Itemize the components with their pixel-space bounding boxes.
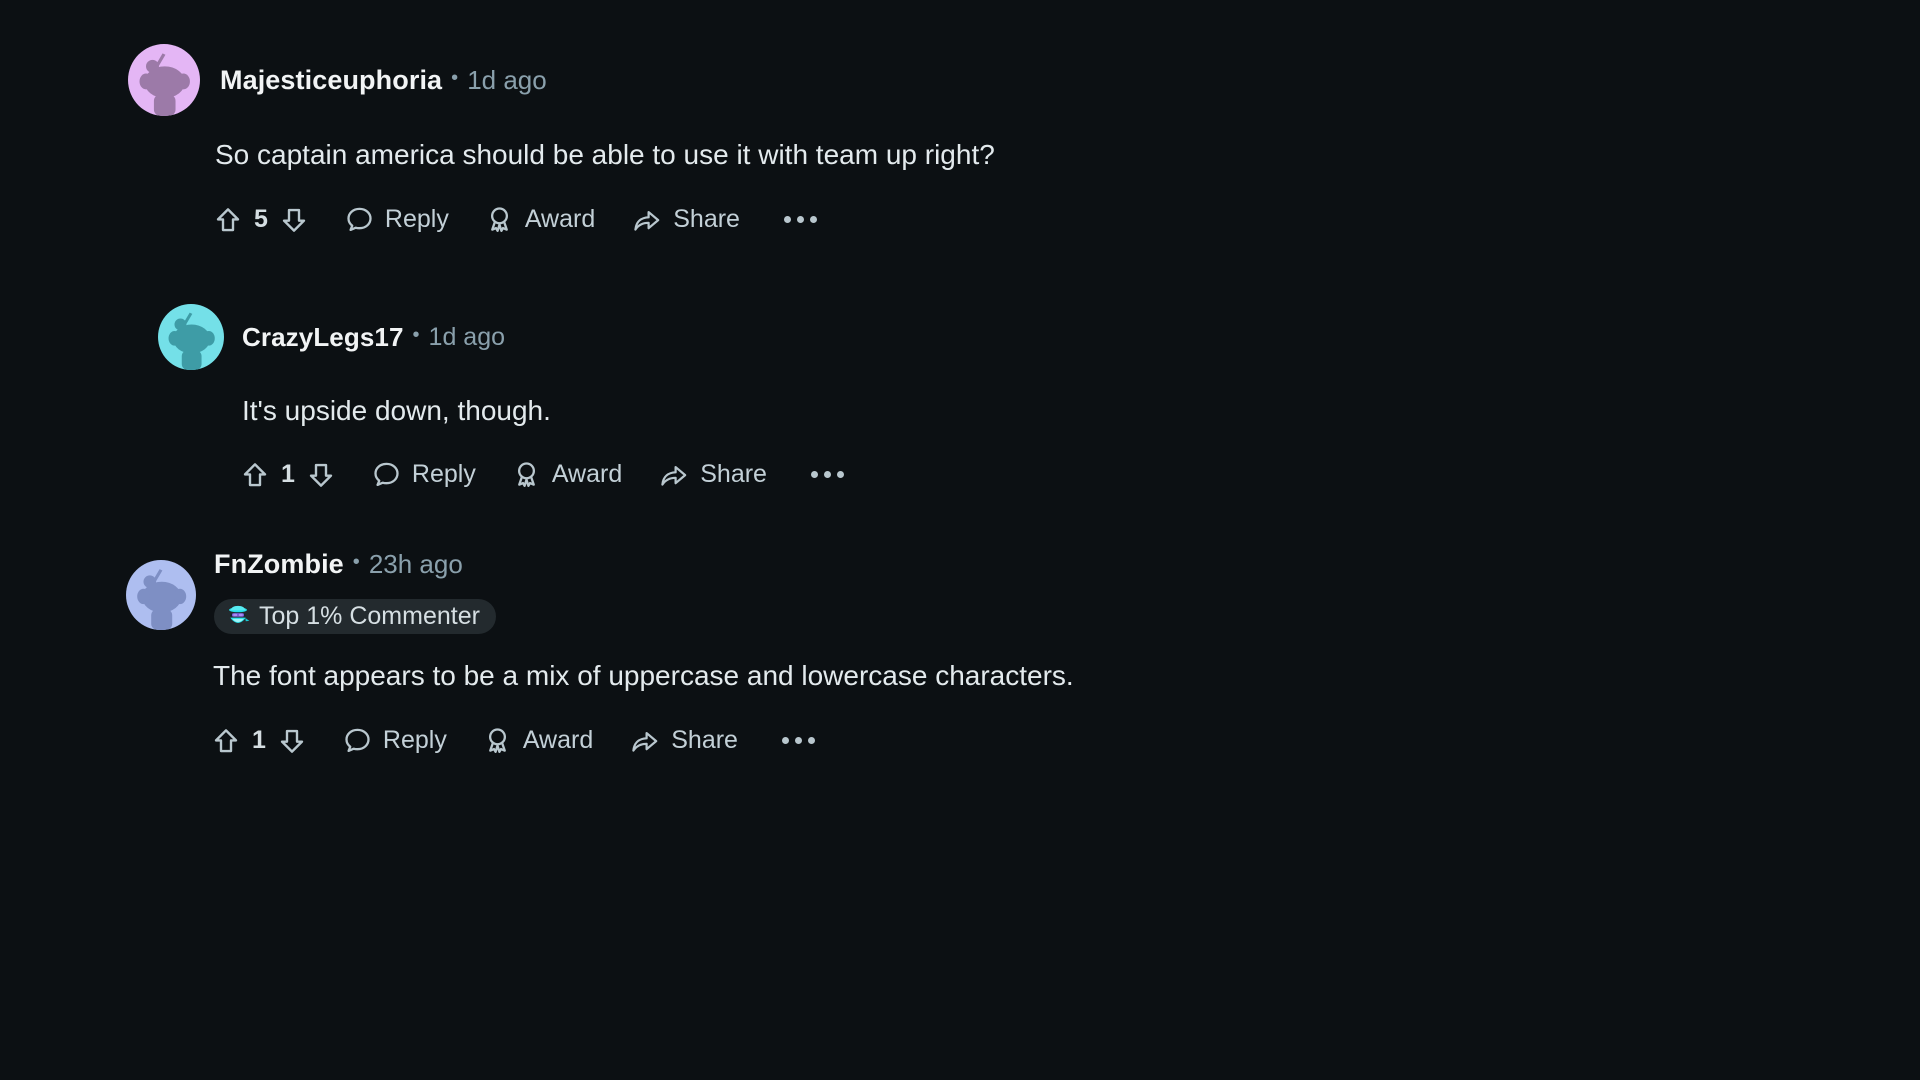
dot-3	[809, 216, 817, 224]
downvote-button[interactable]	[306, 453, 336, 497]
downvote-icon	[309, 463, 333, 487]
comment-author[interactable]: CrazyLegs17	[242, 322, 404, 353]
share-label: Share	[673, 205, 740, 234]
comment-author[interactable]: FnZombie	[214, 549, 344, 580]
award-button[interactable]: Award	[485, 198, 595, 242]
share-label: Share	[700, 460, 767, 489]
award-button[interactable]: Award	[512, 453, 622, 497]
comment-bubble-icon	[345, 729, 370, 753]
comment-fnzombie: FnZombie • 23h ago Top 1% Commenter The …	[126, 540, 1826, 763]
award-label: Award	[551, 460, 623, 489]
comment-author[interactable]: Majesticeuphoria	[220, 65, 442, 96]
comment-header: FnZombie • 23h ago	[126, 540, 1826, 630]
comment-timestamp: 1d ago	[428, 322, 506, 351]
upvote-button[interactable]	[213, 198, 243, 242]
comment-actions: 1 Reply Award Share	[211, 719, 1826, 763]
comment-actions: 5 Reply Award Share	[213, 198, 1828, 242]
share-button[interactable]: Share	[631, 198, 740, 242]
vote-score: 5	[254, 205, 268, 234]
meta-separator: •	[451, 67, 459, 89]
dot-2	[794, 737, 802, 745]
ninja-commenter-icon	[225, 603, 251, 629]
snoo-avatar-icon	[139, 53, 190, 116]
dot-1	[810, 471, 818, 479]
dot-3	[836, 471, 844, 479]
upvote-button[interactable]	[211, 719, 241, 763]
award-label: Award	[524, 205, 596, 234]
more-options-button[interactable]	[810, 453, 844, 497]
badge-label: Top 1% Commenter	[259, 601, 480, 630]
avatar[interactable]	[128, 44, 200, 116]
dot-1	[783, 216, 791, 224]
meta-separator: •	[352, 551, 360, 573]
share-button[interactable]: Share	[658, 453, 767, 497]
comment-bubble-icon	[374, 463, 399, 487]
downvote-button[interactable]	[277, 719, 307, 763]
award-ribbon-icon	[517, 462, 535, 488]
downvote-icon	[280, 729, 304, 753]
award-ribbon-icon	[490, 207, 508, 233]
reply-button[interactable]: Reply	[372, 453, 476, 497]
comment-body: So captain america should be able to use…	[215, 139, 995, 170]
dot-1	[781, 737, 789, 745]
reply-label: Reply	[384, 205, 449, 234]
reply-button[interactable]: Reply	[343, 719, 447, 763]
share-arrow-icon	[661, 465, 687, 486]
share-arrow-icon	[632, 731, 658, 752]
share-arrow-icon	[634, 210, 660, 231]
comment-header: CrazyLegs17 • 1d ago	[158, 304, 1858, 370]
award-ribbon-icon	[488, 728, 506, 754]
upvote-icon	[216, 207, 240, 231]
avatar[interactable]	[126, 560, 196, 630]
snoo-avatar-icon	[168, 312, 215, 370]
share-label: Share	[671, 726, 738, 755]
vote-group: 1	[211, 719, 307, 763]
vote-group: 1	[240, 453, 336, 497]
vote-score: 1	[281, 460, 295, 489]
downvote-icon	[282, 208, 306, 232]
vote-group: 5	[213, 198, 309, 242]
top-commenter-badge[interactable]: Top 1% Commenter	[214, 599, 496, 634]
dot-2	[796, 216, 804, 224]
comment-bubble-icon	[347, 208, 372, 232]
comment-thread: Majesticeuphoria • 1d ago So captain ame…	[0, 0, 1920, 1080]
reply-label: Reply	[411, 460, 476, 489]
more-options-button[interactable]	[783, 198, 817, 242]
upvote-icon	[243, 462, 267, 486]
upvote-button[interactable]	[240, 453, 270, 497]
reply-label: Reply	[382, 726, 447, 755]
dot-3	[807, 737, 815, 745]
award-button[interactable]: Award	[483, 719, 593, 763]
comment-actions: 1 Reply Award Share	[240, 453, 1858, 497]
comment-timestamp: 1d ago	[467, 64, 547, 95]
award-label: Award	[522, 726, 594, 755]
comment-body: It's upside down, though.	[242, 395, 551, 426]
badge-row: Top 1% Commenter	[214, 599, 1826, 634]
comment-header: Majesticeuphoria • 1d ago	[128, 44, 1828, 116]
comment-body: The font appears to be a mix of uppercas…	[213, 660, 1074, 691]
reply-button[interactable]: Reply	[345, 198, 449, 242]
vote-score: 1	[252, 726, 266, 755]
snoo-avatar-icon	[137, 569, 187, 630]
comment-majesticeuphoria: Majesticeuphoria • 1d ago So captain ame…	[128, 44, 1828, 242]
share-button[interactable]: Share	[629, 719, 738, 763]
comment-timestamp: 23h ago	[368, 548, 463, 579]
dot-2	[823, 471, 831, 479]
comment-crazylegs17: CrazyLegs17 • 1d ago It's upside down, t…	[158, 304, 1858, 497]
upvote-icon	[214, 728, 238, 752]
downvote-button[interactable]	[279, 198, 309, 242]
meta-separator: •	[412, 324, 420, 346]
avatar[interactable]	[158, 304, 224, 370]
more-options-button[interactable]	[781, 719, 815, 763]
